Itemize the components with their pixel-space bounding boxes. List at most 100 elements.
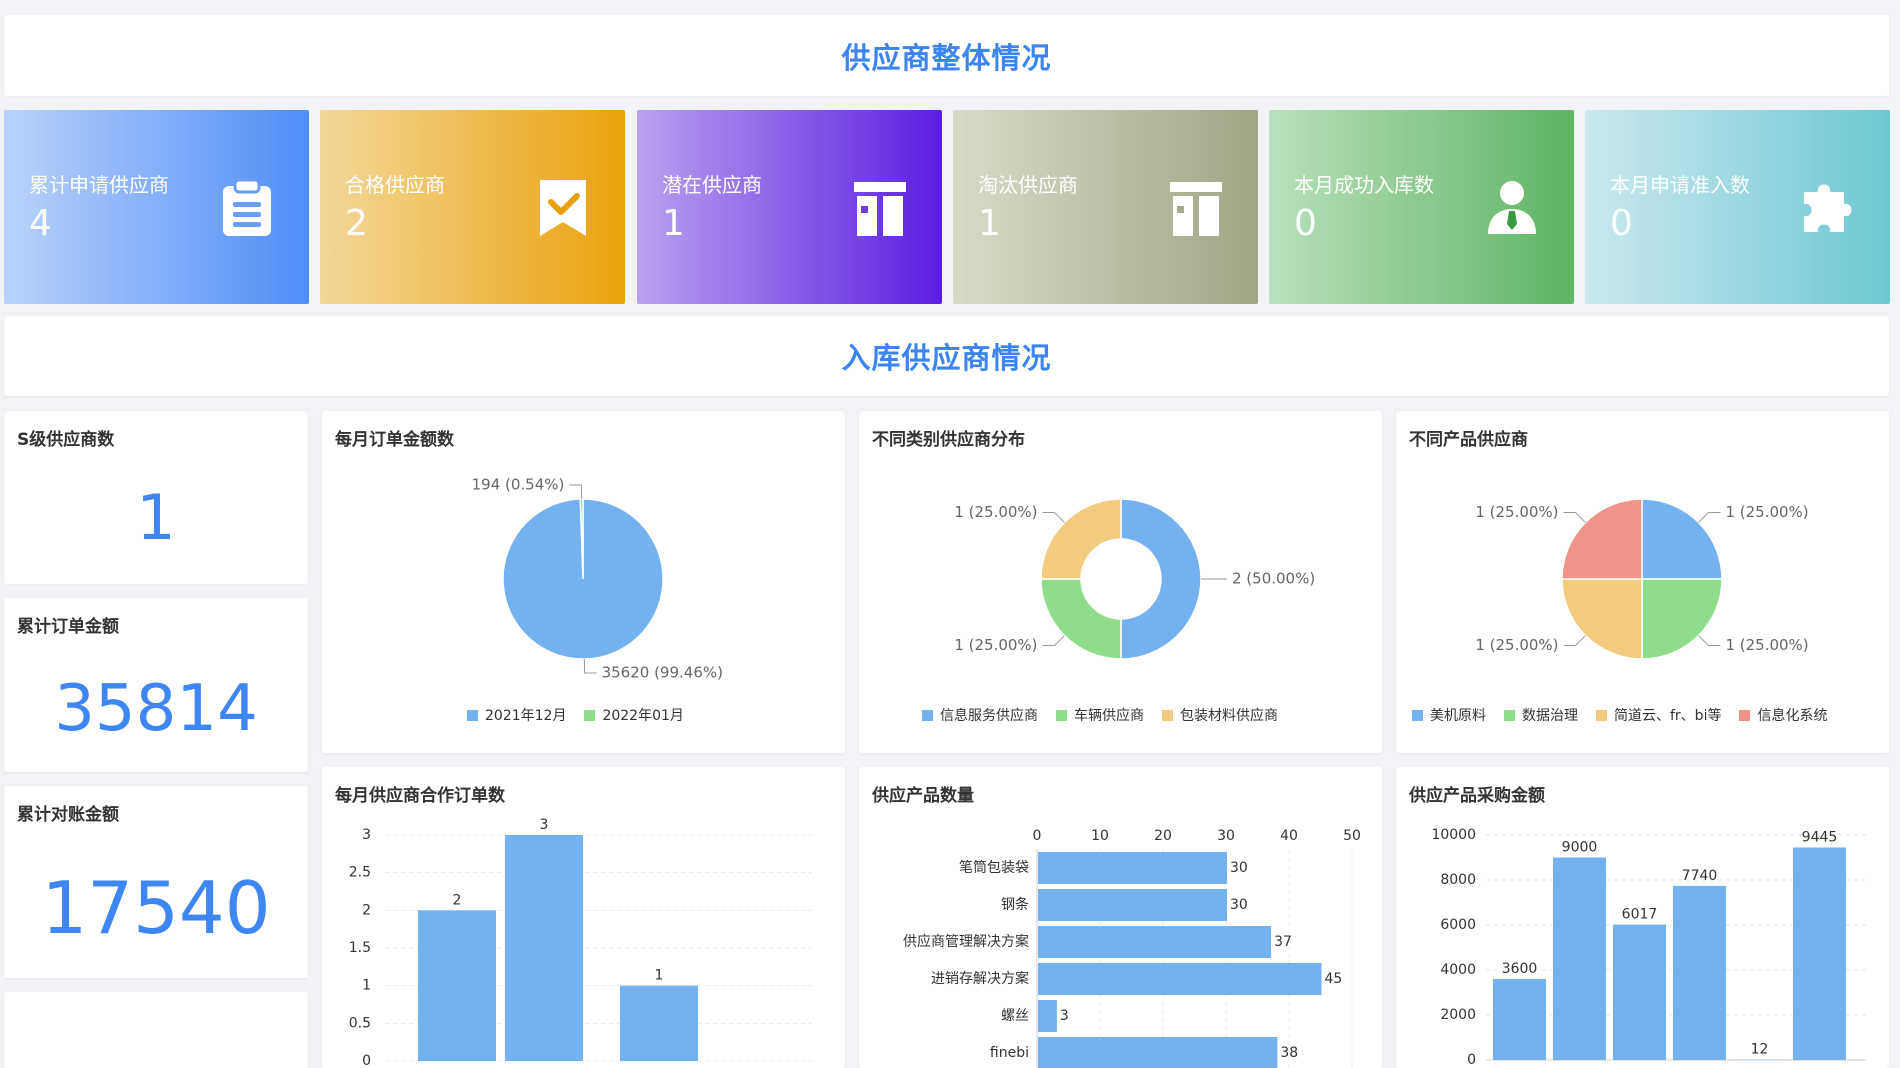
bar [1793, 847, 1846, 1060]
x-tick-label: 40 [1280, 828, 1298, 844]
overview-header: 供应商整体情况 [4, 15, 1889, 96]
data-label: 9000 [1562, 840, 1598, 856]
y-tick-label: 1 [362, 978, 371, 994]
y-tick-label: 0.5 [349, 1015, 371, 1031]
chart-card-purchase-amount: 供应产品采购金额 10000 8000 6000 4000 2000 0 3600 9000 6… [1396, 767, 1889, 1068]
x-tick-label: 0 [1033, 828, 1042, 844]
legend-item[interactable]: 车辆供应商 [1056, 705, 1144, 725]
legend-swatch [1739, 709, 1751, 721]
chart-card-product-supplier: 不同产品供应商 1 (25.00%) 1 (25.00%) 1 (25.00%) 1 … [1396, 411, 1889, 753]
stat-label: 合格供应商 [345, 173, 445, 197]
legend-item[interactable]: 简道云、fr、bi等 [1596, 705, 1721, 725]
data-label: 6017 [1622, 907, 1658, 923]
category-label: finebi [990, 1045, 1029, 1061]
data-label: 3 [540, 817, 549, 833]
y-tick-label: 0 [362, 1053, 371, 1068]
leader-line [1563, 512, 1586, 523]
y-tick-label: 2000 [1440, 1007, 1476, 1023]
category-label: 笔筒包装袋 [959, 859, 1029, 876]
bar [1038, 889, 1227, 921]
leader-line [1698, 635, 1721, 646]
data-label: 1 (25.00%) [954, 636, 1037, 654]
metric-card-s-level: S级供应商数 1 [4, 411, 308, 584]
data-label: 9445 [1802, 829, 1838, 845]
stat-value: 4 [29, 203, 52, 244]
legend-item[interactable]: 2021年12月 [467, 705, 566, 725]
chart-card-monthly-cooperation-orders: 每月供应商合作订单数 3 2.5 2 1.5 1 0.5 0 2 3 1 [322, 767, 845, 1068]
stat-card-applied[interactable]: 累计申请供应商 4 [4, 110, 309, 304]
bar [1038, 1000, 1057, 1032]
legend-item[interactable]: 美机原料 [1412, 705, 1486, 725]
chart-card-supplier-category: 不同类别供应商分布 2 (50.00%) 1 (25.00%) 1 (25.00%)… [859, 411, 1382, 753]
chart-legend: 美机原料 数据治理 简道云、fr、bi等 信息化系统 [1412, 705, 1827, 725]
legend-swatch [922, 709, 933, 721]
y-tick-label: 8000 [1440, 872, 1476, 888]
legend-label: 信息化系统 [1757, 708, 1828, 724]
stat-label: 淘汰供应商 [978, 173, 1078, 197]
bar [1493, 979, 1546, 1060]
category-label: 进销存解决方案 [931, 970, 1029, 987]
pie-chart: 35620 (99.46%) 194 (0.54%) [472, 476, 723, 682]
data-label: 1 (25.00%) [954, 503, 1037, 521]
checked-bookmark-icon [540, 180, 586, 236]
bar [1038, 963, 1322, 995]
horizontal-bar-chart: 0 10 20 30 40 50 笔筒包装袋 30 钢条 30 供应商管理解决方案 37 进销存解决方案… [903, 828, 1361, 1068]
legend-label: 信息服务供应商 [940, 708, 1038, 724]
leader-line [1042, 512, 1065, 523]
legend-item[interactable]: 数据治理 [1504, 705, 1578, 725]
metric-card-total-order: 累计订单金额 35814 [4, 598, 308, 772]
bar [418, 910, 496, 1061]
data-label: 30 [1230, 897, 1248, 913]
metric-value: 17540 [41, 866, 271, 950]
stat-card-potential[interactable]: 潜在供应商 1 [637, 110, 942, 304]
legend-item[interactable]: 包装材料供应商 [1162, 705, 1278, 725]
stat-label: 累计申请供应商 [29, 173, 169, 197]
metric-title: S级供应商数 [17, 430, 115, 450]
leader-line [1698, 512, 1721, 523]
bar-chart: 3 2.5 2 1.5 1 0.5 0 2 3 1 [349, 817, 812, 1068]
gift-box-icon [854, 182, 906, 236]
stat-value: 0 [1610, 203, 1633, 244]
leader-line [583, 658, 597, 674]
legend-label: 2022年01月 [602, 708, 684, 724]
legend-swatch [1596, 709, 1607, 721]
chart-legend: 信息服务供应商 车辆供应商 包装材料供应商 [922, 705, 1278, 725]
chart-card-product-quantity: 供应产品数量 0 10 20 30 40 50 笔筒包装袋 30 钢条 30 供应商管理解决方案 37… [859, 767, 1382, 1068]
y-tick-label: 4000 [1440, 962, 1476, 978]
legend-label: 车辆供应商 [1074, 708, 1144, 724]
gift-box-icon [1170, 182, 1222, 236]
y-tick-label: 2 [362, 902, 371, 918]
leader-line [1563, 635, 1586, 646]
bar [1038, 1037, 1278, 1068]
category-label: 供应商管理解决方案 [903, 933, 1029, 950]
stat-card-qualified[interactable]: 合格供应商 2 [320, 110, 625, 304]
data-label: 35620 (99.46%) [602, 663, 723, 681]
y-tick-label: 3 [362, 827, 371, 843]
data-label: 194 (0.54%) [472, 476, 565, 494]
stat-card-monthly-applied[interactable]: 本月申请准入数 0 [1585, 110, 1890, 304]
donut-chart: 2 (50.00%) 1 (25.00%) 1 (25.00%) [954, 498, 1315, 660]
x-tick-label: 50 [1343, 828, 1361, 844]
legend-swatch [584, 709, 596, 721]
y-tick-label: 10000 [1431, 827, 1476, 843]
stat-label: 潜在供应商 [662, 173, 762, 197]
section-title: 入库供应商情况 [841, 341, 1052, 375]
data-label: 1 [655, 968, 664, 984]
stocked-suppliers-header: 入库供应商情况 [4, 316, 1889, 396]
legend-item[interactable]: 信息化系统 [1739, 705, 1827, 725]
legend-label: 包装材料供应商 [1180, 708, 1278, 724]
data-label: 30 [1230, 860, 1248, 876]
metric-value: 1 [136, 481, 176, 554]
bar [1613, 924, 1666, 1060]
legend-swatch [1504, 709, 1515, 721]
chart-card-monthly-order-amount: 每月订单金额数 35620 (99.46%) 194 (0.54%) 2021年1… [322, 411, 845, 753]
data-label: 7740 [1682, 868, 1718, 884]
legend-label: 美机原料 [1430, 708, 1486, 724]
stat-card-monthly-stocked[interactable]: 本月成功入库数 0 [1269, 110, 1574, 304]
data-label: 1 (25.00%) [1725, 503, 1808, 521]
stat-card-eliminated[interactable]: 淘汰供应商 1 [953, 110, 1258, 304]
puzzle-icon [1804, 184, 1852, 232]
legend-item[interactable]: 2022年01月 [584, 705, 684, 725]
legend-item[interactable]: 信息服务供应商 [922, 705, 1038, 725]
clipboard-icon [223, 178, 271, 236]
